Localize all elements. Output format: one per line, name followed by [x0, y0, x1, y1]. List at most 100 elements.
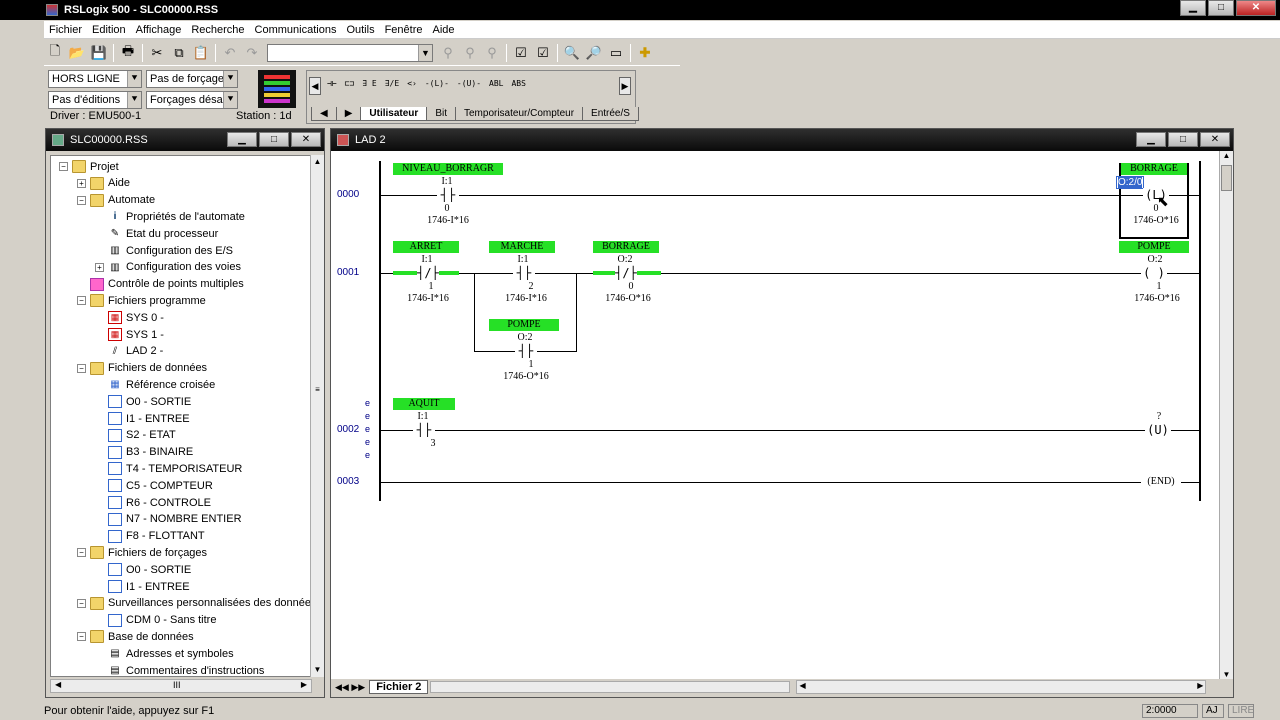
search-combo[interactable]: ▼ — [267, 43, 433, 62]
ladder-horizontal-scrollbar[interactable]: ◀ ▶ — [796, 680, 1207, 694]
instr-xio[interactable]: ∃/E — [385, 79, 399, 88]
tab-entree-sortie[interactable]: Entrée/S — [582, 107, 639, 121]
tree-node[interactable]: − Automate — [77, 192, 155, 209]
close-button[interactable]: ✕ — [1236, 0, 1276, 16]
ladder-minimize-button[interactable]: ▁ — [1136, 132, 1166, 147]
tree-node[interactable]: − Projet — [59, 158, 119, 175]
instr-xic2[interactable]: ∃ E — [362, 79, 376, 88]
chevron-down-icon[interactable]: ▼ — [418, 44, 432, 61]
tree-node[interactable]: Contrôle de points multiples — [77, 276, 244, 293]
checklist-icon[interactable]: ☑ — [511, 43, 531, 63]
xic-contact[interactable]: ┤├ — [413, 423, 435, 437]
tree-node[interactable]: O0 - SORTIE — [95, 561, 191, 578]
tree-node[interactable]: CDM 0 - Sans titre — [95, 612, 216, 629]
address-edit-field[interactable]: O:2/0 — [1116, 176, 1144, 189]
menu-fenetre[interactable]: Fenêtre — [380, 24, 428, 36]
tree-vertical-scrollbar[interactable]: ▲ ≡ ▼ — [310, 155, 324, 677]
rung-number[interactable]: 0002 — [337, 424, 359, 435]
project-close-button[interactable]: ✕ — [291, 132, 321, 147]
tree-node[interactable]: I1 - ENTREE — [95, 578, 190, 595]
tree-node[interactable]: ✎ Etat du processeur — [95, 225, 219, 242]
tree-node[interactable]: − Fichiers programme — [77, 292, 206, 309]
xic-contact[interactable]: ┤├ — [437, 188, 459, 202]
tab-bit[interactable]: Bit — [426, 107, 456, 121]
menu-fichier[interactable]: Fichier — [44, 24, 87, 36]
zoom-out-icon[interactable]: 🔎 — [584, 43, 604, 63]
project-maximize-button[interactable]: □ — [259, 132, 289, 147]
project-minimize-button[interactable]: ▁ — [227, 132, 257, 147]
collapse-icon[interactable]: − — [77, 632, 86, 642]
tab-scroll-left[interactable]: ◀ — [311, 107, 337, 121]
collapse-icon[interactable]: − — [77, 548, 86, 558]
instr-otu[interactable]: -(U)- — [457, 79, 481, 88]
scroll-right-icon[interactable]: ▶ — [1197, 681, 1203, 690]
tree-node[interactable]: O0 - SORTIE — [95, 393, 191, 410]
scroll-up-icon[interactable]: ▲ — [1220, 151, 1233, 160]
xio-contact[interactable]: ┤/├ — [417, 266, 439, 280]
file-tab[interactable]: Fichier 2 — [369, 680, 429, 694]
collapse-icon[interactable]: − — [77, 363, 86, 373]
tree-node[interactable]: F8 - FLOTTANT — [95, 528, 205, 545]
menu-edition[interactable]: Edition — [87, 24, 131, 36]
tree-node[interactable]: T4 - TEMPORISATEUR — [95, 460, 242, 477]
verify-icon[interactable]: ⚲ — [438, 43, 458, 63]
tree-node[interactable]: − Surveillances personnalisées des donnée… — [77, 595, 311, 612]
tree-node[interactable]: + Aide — [77, 175, 130, 192]
tree-node[interactable]: ▤ Adresses et symboles — [95, 645, 233, 662]
tab-scroll-right[interactable]: ▶ — [335, 107, 362, 121]
scroll-down-icon[interactable]: ▼ — [1220, 670, 1233, 679]
undo-icon[interactable]: ↶ — [220, 43, 240, 63]
otu-unlatch-coil[interactable]: (U) — [1145, 423, 1171, 437]
scroll-right-icon[interactable]: ▶ — [619, 77, 631, 95]
tree-node[interactable]: ▥ Configuration des E/S — [95, 242, 233, 259]
file-tab-nav-icon[interactable]: ◀◀ ▶▶ — [335, 682, 365, 693]
forces-dropdown[interactable]: Pas de forçages ⯆ — [146, 70, 238, 88]
instr-abs[interactable]: ABS — [511, 79, 525, 88]
collapse-icon[interactable]: − — [77, 598, 86, 608]
scroll-left-icon[interactable]: ◀ — [799, 681, 805, 690]
ladder-editor[interactable]: 0000 NIVEAU_BORRAGR I:1 ┤├ 0 1746-I*16 B… — [331, 151, 1219, 679]
mode-dropdown[interactable]: HORS LIGNE ⯆ — [48, 70, 142, 88]
scroll-left-icon[interactable]: ◀ — [309, 77, 321, 95]
tree-node[interactable]: − Fichiers de données — [77, 360, 207, 377]
ladder-close-button[interactable]: ✕ — [1200, 132, 1230, 147]
hscroll-thumb[interactable]: III — [173, 680, 181, 690]
xic-contact[interactable]: ┤├ — [513, 266, 535, 280]
add-icon[interactable]: ✚ — [635, 43, 655, 63]
instr-abl[interactable]: ABL — [489, 79, 503, 88]
rung-number[interactable]: 0003 — [337, 476, 359, 487]
menu-affichage[interactable]: Affichage — [131, 24, 187, 36]
new-file-icon[interactable]: 🗋 — [45, 43, 65, 63]
tree-node[interactable]: ▦ SYS 0 - — [95, 309, 164, 326]
ladder-vertical-scrollbar[interactable]: ▲ ▼ — [1219, 151, 1233, 679]
tree-node[interactable]: ▦ Référence croisée — [95, 376, 215, 393]
forces-enabled-dropdown[interactable]: Forçages désacti ⯆ — [146, 91, 238, 109]
verify-project-icon[interactable]: ⚲ — [482, 43, 502, 63]
paste-icon[interactable]: 📋 — [191, 43, 211, 63]
tab-temporisateur[interactable]: Temporisateur/Compteur — [454, 107, 584, 121]
scroll-thumb[interactable] — [1221, 165, 1232, 191]
verify-file-icon[interactable]: ⚲ — [460, 43, 480, 63]
cut-icon[interactable]: ✂ — [147, 43, 167, 63]
print-icon[interactable]: 🖶 — [118, 43, 138, 63]
tree-node[interactable]: ▦ SYS 1 - — [95, 326, 164, 343]
tree-node[interactable]: − Fichiers de forçages — [77, 544, 207, 561]
scroll-thumb[interactable]: ≡ — [311, 383, 324, 397]
rung-number[interactable]: 0000 — [337, 189, 359, 200]
menu-outils[interactable]: Outils — [341, 24, 379, 36]
collapse-icon[interactable]: − — [77, 296, 86, 306]
open-folder-icon[interactable]: 📂 — [67, 43, 87, 63]
window-icon[interactable]: ▭ — [606, 43, 626, 63]
expand-icon[interactable]: + — [95, 262, 104, 272]
tree-node[interactable]: i Propriétés de l'automate — [95, 208, 245, 225]
tree-node[interactable]: − Base de données — [77, 628, 194, 645]
tree-node[interactable]: B3 - BINAIRE — [95, 444, 193, 461]
xic-contact[interactable]: ┤├ — [515, 344, 537, 358]
xio-contact[interactable]: ┤/├ — [615, 266, 637, 280]
scroll-up-icon[interactable]: ▲ — [311, 155, 324, 169]
expand-icon[interactable]: + — [77, 178, 86, 188]
collapse-icon[interactable]: − — [77, 195, 86, 205]
scroll-left-icon[interactable]: ◀ — [55, 680, 61, 689]
save-icon[interactable]: 💾 — [89, 43, 109, 63]
tree-node[interactable]: ⫽ LAD 2 - — [95, 343, 164, 360]
